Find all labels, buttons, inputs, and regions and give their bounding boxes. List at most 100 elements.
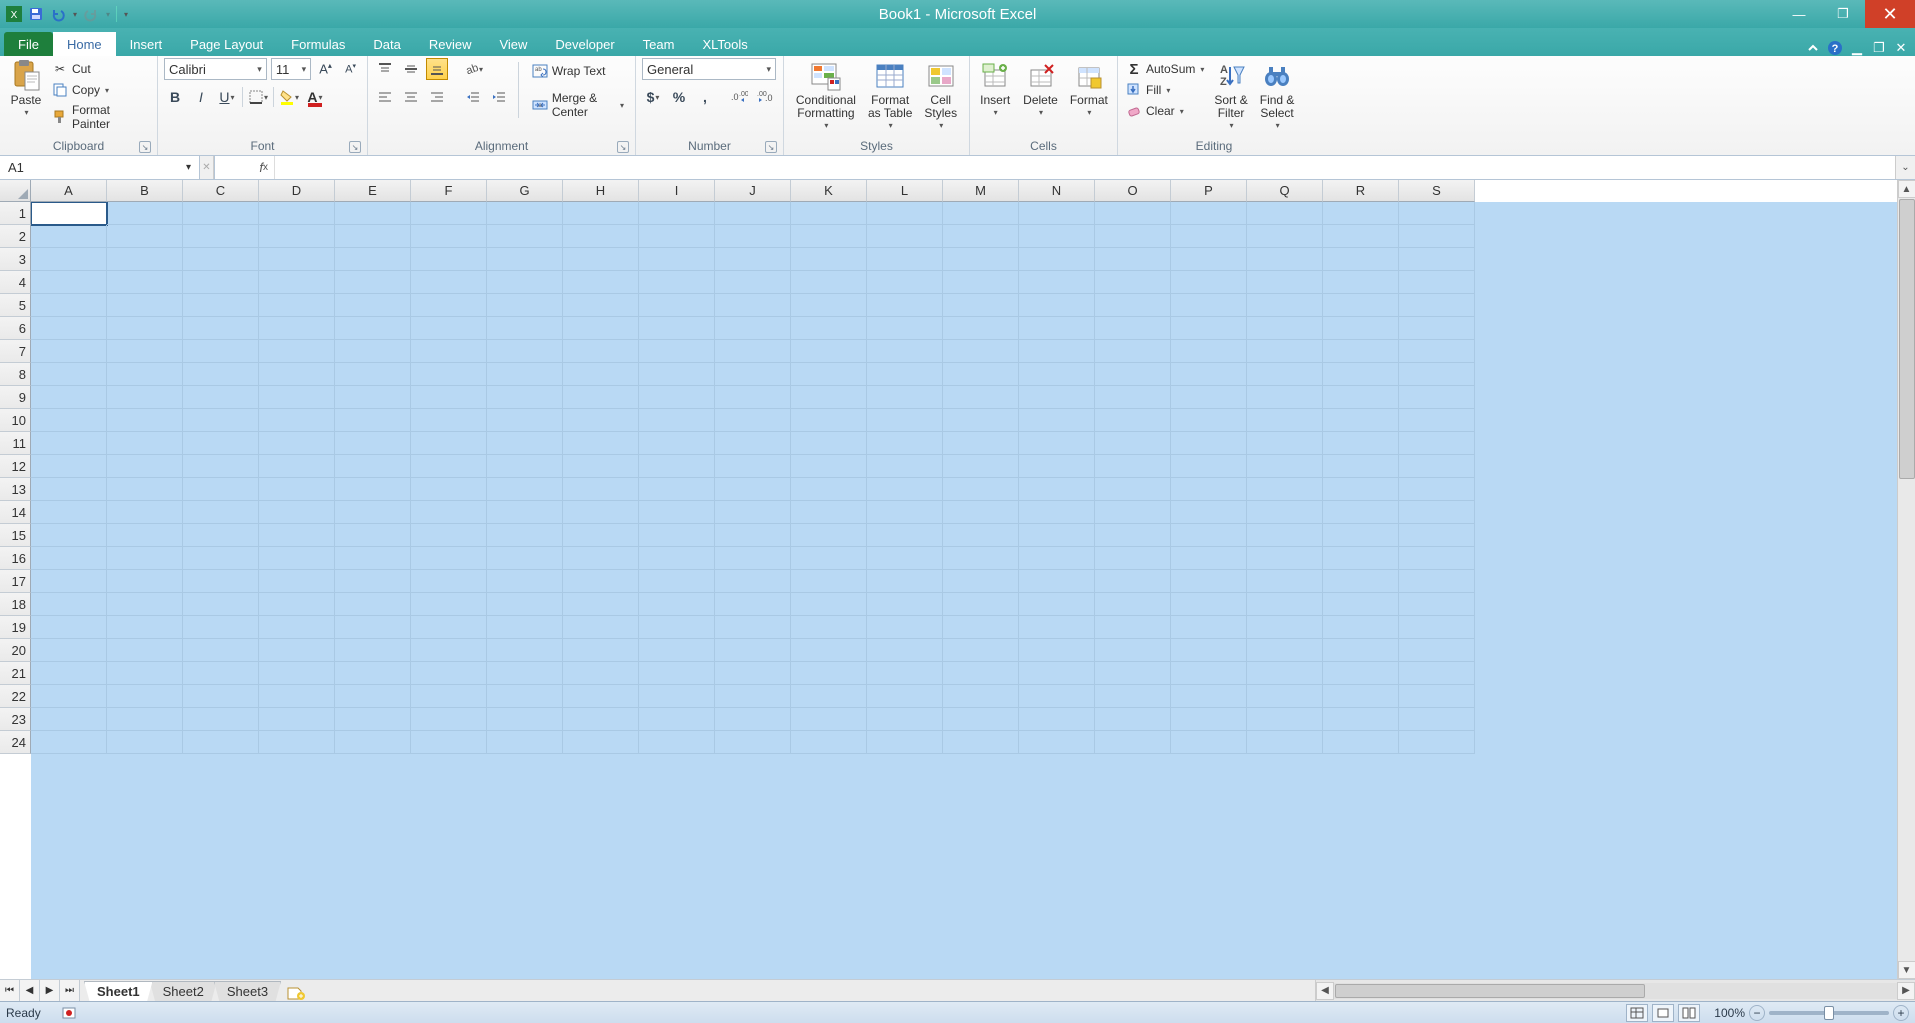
number-format-combo[interactable]: General▾ bbox=[642, 58, 776, 80]
cell-M13[interactable] bbox=[943, 478, 1019, 501]
cell-R12[interactable] bbox=[1323, 455, 1399, 478]
cell-C14[interactable] bbox=[183, 501, 259, 524]
cell-R1[interactable] bbox=[1323, 202, 1399, 225]
row-header-4[interactable]: 4 bbox=[0, 271, 31, 294]
cell-C24[interactable] bbox=[183, 731, 259, 754]
column-header-R[interactable]: R bbox=[1323, 180, 1399, 202]
cell-N3[interactable] bbox=[1019, 248, 1095, 271]
cell-M18[interactable] bbox=[943, 593, 1019, 616]
cell-P12[interactable] bbox=[1171, 455, 1247, 478]
undo-icon[interactable] bbox=[50, 6, 66, 22]
cell-O14[interactable] bbox=[1095, 501, 1171, 524]
redo-dropdown[interactable]: ▾ bbox=[106, 10, 110, 19]
cell-K20[interactable] bbox=[791, 639, 867, 662]
cell-O16[interactable] bbox=[1095, 547, 1171, 570]
cell-P23[interactable] bbox=[1171, 708, 1247, 731]
cell-B23[interactable] bbox=[107, 708, 183, 731]
zoom-slider-knob[interactable] bbox=[1824, 1006, 1834, 1020]
tab-file[interactable]: File bbox=[4, 32, 53, 56]
zoom-in-button[interactable]: + bbox=[1893, 1005, 1909, 1021]
cell-E19[interactable] bbox=[335, 616, 411, 639]
cell-R16[interactable] bbox=[1323, 547, 1399, 570]
cell-J13[interactable] bbox=[715, 478, 791, 501]
cell-P20[interactable] bbox=[1171, 639, 1247, 662]
cell-G9[interactable] bbox=[487, 386, 563, 409]
cell-R20[interactable] bbox=[1323, 639, 1399, 662]
cell-E24[interactable] bbox=[335, 731, 411, 754]
cell-J1[interactable] bbox=[715, 202, 791, 225]
cell-Q5[interactable] bbox=[1247, 294, 1323, 317]
cell-S15[interactable] bbox=[1399, 524, 1475, 547]
cell-G21[interactable] bbox=[487, 662, 563, 685]
cell-L10[interactable] bbox=[867, 409, 943, 432]
cell-A21[interactable] bbox=[31, 662, 107, 685]
cell-A16[interactable] bbox=[31, 547, 107, 570]
cell-O2[interactable] bbox=[1095, 225, 1171, 248]
column-header-C[interactable]: C bbox=[183, 180, 259, 202]
cell-I10[interactable] bbox=[639, 409, 715, 432]
new-sheet-button[interactable] bbox=[284, 985, 308, 1001]
sort-filter-button[interactable]: AZ Sort & Filter▾ bbox=[1210, 58, 1251, 133]
cell-M23[interactable] bbox=[943, 708, 1019, 731]
cell-A13[interactable] bbox=[31, 478, 107, 501]
cell-N10[interactable] bbox=[1019, 409, 1095, 432]
cell-S6[interactable] bbox=[1399, 317, 1475, 340]
cell-L1[interactable] bbox=[867, 202, 943, 225]
cell-P9[interactable] bbox=[1171, 386, 1247, 409]
cell-M5[interactable] bbox=[943, 294, 1019, 317]
cell-F21[interactable] bbox=[411, 662, 487, 685]
cell-B18[interactable] bbox=[107, 593, 183, 616]
cell-S4[interactable] bbox=[1399, 271, 1475, 294]
tab-formulas[interactable]: Formulas bbox=[277, 32, 359, 56]
cell-I22[interactable] bbox=[639, 685, 715, 708]
name-box[interactable]: A1 ▾ bbox=[0, 156, 200, 179]
cell-B22[interactable] bbox=[107, 685, 183, 708]
cell-H24[interactable] bbox=[563, 731, 639, 754]
cell-P16[interactable] bbox=[1171, 547, 1247, 570]
cell-K23[interactable] bbox=[791, 708, 867, 731]
cell-G3[interactable] bbox=[487, 248, 563, 271]
cell-F19[interactable] bbox=[411, 616, 487, 639]
select-all-corner[interactable] bbox=[0, 180, 31, 202]
cell-B13[interactable] bbox=[107, 478, 183, 501]
maximize-button[interactable]: ❐ bbox=[1821, 0, 1865, 28]
cell-K18[interactable] bbox=[791, 593, 867, 616]
cell-D24[interactable] bbox=[259, 731, 335, 754]
cell-B8[interactable] bbox=[107, 363, 183, 386]
tab-insert[interactable]: Insert bbox=[116, 32, 177, 56]
cell-A8[interactable] bbox=[31, 363, 107, 386]
cell-H2[interactable] bbox=[563, 225, 639, 248]
cell-D20[interactable] bbox=[259, 639, 335, 662]
cell-F20[interactable] bbox=[411, 639, 487, 662]
cell-K8[interactable] bbox=[791, 363, 867, 386]
cell-C12[interactable] bbox=[183, 455, 259, 478]
cell-E11[interactable] bbox=[335, 432, 411, 455]
cell-F18[interactable] bbox=[411, 593, 487, 616]
cell-S8[interactable] bbox=[1399, 363, 1475, 386]
workbook-close-icon[interactable]: ✕ bbox=[1893, 40, 1909, 56]
cell-Q20[interactable] bbox=[1247, 639, 1323, 662]
cell-E15[interactable] bbox=[335, 524, 411, 547]
cell-L14[interactable] bbox=[867, 501, 943, 524]
cell-J18[interactable] bbox=[715, 593, 791, 616]
cell-C8[interactable] bbox=[183, 363, 259, 386]
cell-S17[interactable] bbox=[1399, 570, 1475, 593]
increase-indent-button[interactable] bbox=[488, 86, 510, 108]
next-sheet-button[interactable]: ▶ bbox=[40, 980, 60, 1001]
cell-Q24[interactable] bbox=[1247, 731, 1323, 754]
cell-O24[interactable] bbox=[1095, 731, 1171, 754]
cell-styles-button[interactable]: Cell Styles▾ bbox=[920, 58, 961, 133]
cell-D1[interactable] bbox=[259, 202, 335, 225]
cell-I15[interactable] bbox=[639, 524, 715, 547]
clear-button[interactable]: Clear▾ bbox=[1124, 102, 1206, 120]
cell-I21[interactable] bbox=[639, 662, 715, 685]
cell-S3[interactable] bbox=[1399, 248, 1475, 271]
cell-H6[interactable] bbox=[563, 317, 639, 340]
cell-D3[interactable] bbox=[259, 248, 335, 271]
cell-B1[interactable] bbox=[107, 202, 183, 225]
row-header-6[interactable]: 6 bbox=[0, 317, 31, 340]
cell-S22[interactable] bbox=[1399, 685, 1475, 708]
cell-Q2[interactable] bbox=[1247, 225, 1323, 248]
cell-F7[interactable] bbox=[411, 340, 487, 363]
cell-N15[interactable] bbox=[1019, 524, 1095, 547]
